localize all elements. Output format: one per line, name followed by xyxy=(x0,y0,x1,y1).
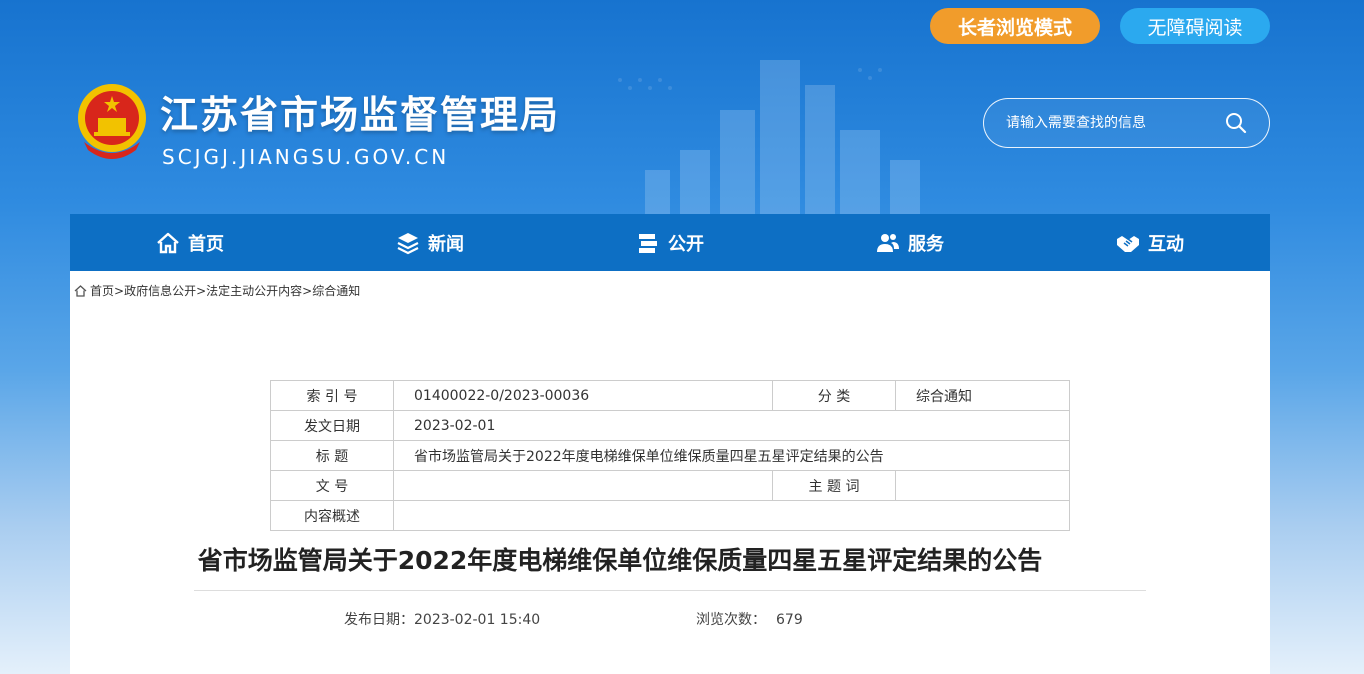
search-input[interactable] xyxy=(1006,115,1225,131)
site-domain: SCJGJ.JIANGSU.GOV.CN xyxy=(162,145,450,169)
site-title: 江苏省市场监督管理局 xyxy=(160,93,561,137)
nav-item-home[interactable]: 首页 xyxy=(70,214,310,271)
breadcrumb-link[interactable]: 综合通知 xyxy=(312,282,360,299)
national-emblem-icon xyxy=(78,84,146,159)
nav-label: 首页 xyxy=(188,233,224,255)
city-skyline-decoration xyxy=(618,60,920,215)
search-icon[interactable] xyxy=(1225,112,1247,134)
nav-label: 新闻 xyxy=(428,233,464,255)
index-label: 索 引 号 xyxy=(270,380,394,411)
keyword-value xyxy=(895,470,1070,501)
publish-date: 发布日期：2023-02-01 15:40 xyxy=(344,609,540,629)
home-icon xyxy=(157,232,179,253)
search-box xyxy=(983,98,1270,148)
divider xyxy=(194,590,1146,591)
layers-icon xyxy=(397,232,419,254)
nav-item-service[interactable]: 服务 xyxy=(790,214,1030,271)
accessible-reading-button[interactable]: 无障碍阅读 xyxy=(1120,8,1270,44)
table-row: 发文日期 2023-02-01 xyxy=(270,410,1070,441)
main-content: 首页 > 政府信息公开 > 法定主动公开内容 > 综合通知 索 引 号 0140… xyxy=(70,271,1270,674)
publish-date-label: 发布日期： xyxy=(344,612,414,628)
breadcrumb-separator: > xyxy=(302,283,313,298)
document-meta-table: 索 引 号 01400022-0/2023-00036 分 类 综合通知 发文日… xyxy=(270,380,1070,531)
books-icon xyxy=(639,233,657,253)
users-icon xyxy=(877,233,899,252)
nav-label: 服务 xyxy=(908,233,944,255)
date-label: 发文日期 xyxy=(270,410,394,441)
title-label: 标 题 xyxy=(270,440,394,471)
nav-item-public[interactable]: 公开 xyxy=(550,214,790,271)
elder-mode-button[interactable]: 长者浏览模式 xyxy=(930,8,1100,44)
docno-label: 文 号 xyxy=(270,470,394,501)
main-nav: 首页 新闻 公开 服务 互动 xyxy=(70,214,1270,271)
title-value: 省市场监管局关于2022年度电梯维保单位维保质量四星五星评定结果的公告 xyxy=(393,440,1070,471)
breadcrumb-home-link[interactable]: 首页 xyxy=(90,282,114,299)
home-icon xyxy=(74,284,87,297)
handshake-icon xyxy=(1117,235,1139,252)
table-row: 内容概述 xyxy=(270,500,1070,531)
view-count-label: 浏览次数： xyxy=(696,612,766,628)
summary-value xyxy=(393,500,1070,531)
view-count-value: 679 xyxy=(776,612,803,628)
breadcrumb: 首页 > 政府信息公开 > 法定主动公开内容 > 综合通知 xyxy=(74,282,360,299)
breadcrumb-link[interactable]: 政府信息公开 xyxy=(124,282,196,299)
date-value: 2023-02-01 xyxy=(393,410,1070,441)
table-row: 标 题 省市场监管局关于2022年度电梯维保单位维保质量四星五星评定结果的公告 xyxy=(270,440,1070,471)
table-row: 索 引 号 01400022-0/2023-00036 分 类 综合通知 xyxy=(270,380,1070,411)
view-count: 浏览次数： 679 xyxy=(696,609,803,629)
nav-label: 互动 xyxy=(1148,233,1184,255)
summary-label: 内容概述 xyxy=(270,500,394,531)
breadcrumb-separator: > xyxy=(196,283,207,298)
table-row: 文 号 主 题 词 xyxy=(270,470,1070,501)
category-label: 分 类 xyxy=(772,380,896,411)
breadcrumb-link[interactable]: 法定主动公开内容 xyxy=(206,282,302,299)
nav-label: 公开 xyxy=(668,233,704,255)
publish-date-value: 2023-02-01 15:40 xyxy=(414,612,541,628)
article-title: 省市场监管局关于2022年度电梯维保单位维保质量四星五星评定结果的公告 xyxy=(197,546,1043,575)
category-value: 综合通知 xyxy=(895,380,1070,411)
index-value: 01400022-0/2023-00036 xyxy=(393,380,773,411)
breadcrumb-separator: > xyxy=(114,283,125,298)
nav-item-news[interactable]: 新闻 xyxy=(310,214,550,271)
keyword-label: 主 题 词 xyxy=(772,470,896,501)
docno-value xyxy=(393,470,773,501)
nav-item-interact[interactable]: 互动 xyxy=(1030,214,1270,271)
